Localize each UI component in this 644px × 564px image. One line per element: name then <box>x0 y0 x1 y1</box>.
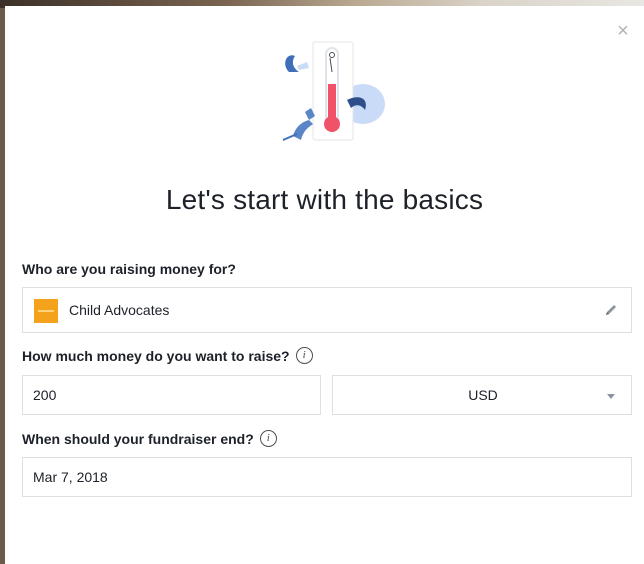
chevron-down-icon <box>607 394 615 399</box>
beneficiary-field[interactable]: Child Advocates <box>22 287 632 333</box>
end-date-label-text: When should your fundraiser end? <box>22 430 254 447</box>
organization-name: Child Advocates <box>69 302 170 318</box>
close-icon[interactable]: × <box>614 21 632 41</box>
dialog-title: Let's start with the basics <box>165 184 484 215</box>
goal-amount-field[interactable] <box>22 375 321 415</box>
fundraiser-dialog: × Let's start with the basics Who are yo… <box>5 6 644 564</box>
goal-label: How much money do you want to raise? i <box>22 347 313 364</box>
end-date-label: When should your fundraiser end? i <box>22 430 277 447</box>
beneficiary-label-text: Who are you raising money for? <box>22 261 236 277</box>
currency-select[interactable]: USD <box>332 375 632 415</box>
end-date-field[interactable]: Mar 7, 2018 <box>22 457 632 497</box>
goal-label-text: How much money do you want to raise? <box>22 347 290 364</box>
goal-amount-input[interactable] <box>33 387 303 403</box>
info-icon[interactable]: i <box>259 430 277 447</box>
currency-value: USD <box>468 387 498 403</box>
end-date-value: Mar 7, 2018 <box>33 469 108 485</box>
organization-logo <box>34 299 58 323</box>
beneficiary-label: Who are you raising money for? <box>22 261 236 277</box>
pencil-icon[interactable] <box>603 302 619 318</box>
info-icon[interactable]: i <box>295 347 313 364</box>
thermometer-illustration <box>282 41 385 141</box>
